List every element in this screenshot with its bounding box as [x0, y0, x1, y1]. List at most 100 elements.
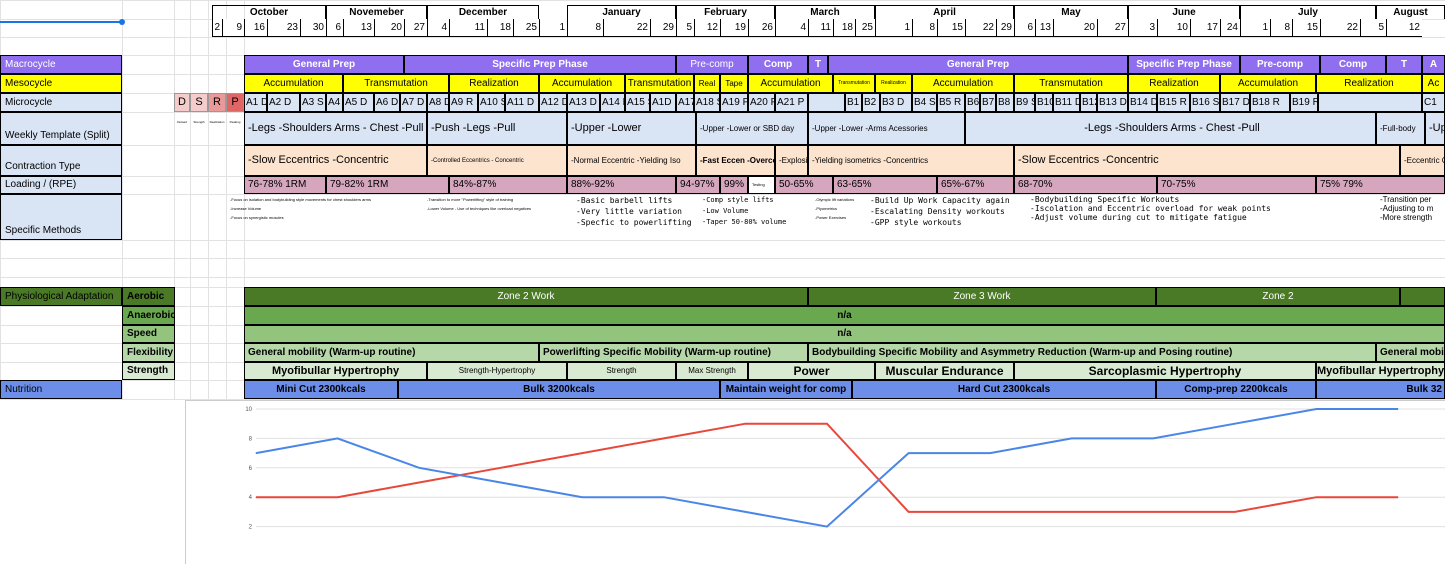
macrocycle-cell[interactable]: Comp — [1320, 55, 1386, 74]
week-cell[interactable]: 8 — [567, 19, 603, 37]
week-cell[interactable]: 2 — [212, 19, 222, 37]
week-cell[interactable]: 4 — [775, 19, 808, 37]
methods-cell[interactable]: -Olympic lift variations -Plyometrics -Pow… — [815, 195, 870, 235]
microcycle-cell[interactable]: A9 R — [449, 93, 478, 112]
aerobic-cell[interactable]: Zone 2 Work — [244, 287, 808, 306]
aerobic-cell[interactable]: Zone 3 Work — [808, 287, 1156, 306]
month-0[interactable]: October — [212, 5, 326, 19]
week-cell[interactable]: 15 — [937, 19, 965, 37]
week-cell[interactable]: 17 — [1190, 19, 1220, 37]
flexibility-cell[interactable]: General mobil — [1376, 343, 1445, 362]
microcycle-cell[interactable]: A4 D — [326, 93, 343, 112]
methods-cell[interactable]: -Comp style lifts -Low Volume -Taper 50-80… — [702, 195, 807, 235]
mesocycle-cell[interactable]: Real — [694, 74, 720, 93]
week-cell[interactable]: 5 — [676, 19, 694, 37]
macrocycle-cell[interactable]: T — [808, 55, 828, 74]
week-cell[interactable]: 18 — [487, 19, 513, 37]
microcycle-cell[interactable]: B5 R — [937, 93, 965, 112]
mesocycle-cell[interactable]: Tape — [720, 74, 748, 93]
microcycle-cell[interactable]: A17 D — [676, 93, 694, 112]
microcycle-cell[interactable]: B19 R — [1290, 93, 1318, 112]
weekly-template-cell[interactable]: -Full-body — [1376, 112, 1425, 145]
microcycle-cell[interactable]: A10 S — [478, 93, 505, 112]
dsrp-r[interactable]: R — [208, 93, 226, 112]
week-cell[interactable]: 23 — [267, 19, 300, 37]
week-cell[interactable]: 15 — [1292, 19, 1320, 37]
flexibility-cell[interactable]: Powerlifting Specific Mobility (Warm-up … — [539, 343, 808, 362]
loading-cell[interactable]: 76-78% 1RM — [244, 176, 326, 194]
mesocycle-cell[interactable]: Transmutation — [625, 74, 694, 93]
microcycle-cell[interactable]: B3 D — [880, 93, 912, 112]
speed-cell[interactable]: n/a — [244, 325, 1445, 343]
month-9[interactable]: July — [1240, 5, 1376, 19]
macrocycle-cell[interactable]: Comp — [748, 55, 808, 74]
strength-cell[interactable]: Muscular Endurance — [875, 362, 1014, 380]
microcycle-cell[interactable]: A3 S — [300, 93, 326, 112]
strength-cell[interactable]: Strength — [567, 362, 676, 380]
week-cell[interactable]: 29 — [996, 19, 1014, 37]
mesocycle-cell[interactable]: Accumulation — [748, 74, 833, 93]
anaerobic-cell[interactable]: n/a — [244, 306, 1445, 325]
microcycle-cell[interactable]: B12 D — [1080, 93, 1097, 112]
contraction-cell[interactable]: -Yielding isometrics -Concentrics — [808, 145, 1014, 176]
loading-cell[interactable]: 75% 79% — [1316, 176, 1445, 194]
week-cell[interactable]: 4 — [427, 19, 449, 37]
week-cell[interactable]: 20 — [374, 19, 404, 37]
macrocycle-cell[interactable]: Pre-comp — [676, 55, 748, 74]
microcycle-cell[interactable]: A15 S — [625, 93, 650, 112]
week-cell[interactable]: 26 — [748, 19, 775, 37]
month-3[interactable]: January — [567, 5, 676, 19]
weekly-template-cell[interactable]: -Up — [1425, 112, 1445, 145]
week-cell[interactable]: 27 — [404, 19, 427, 37]
week-cell[interactable]: 12 — [1386, 19, 1422, 37]
row-label-strength[interactable]: Strength — [122, 362, 175, 380]
null[interactable] — [1400, 287, 1445, 306]
dsrp-d[interactable]: D — [174, 93, 190, 112]
row-label-flexibility[interactable]: Flexibility — [122, 343, 175, 362]
microcycle-cell[interactable]: A1D — [650, 93, 676, 112]
strength-cell[interactable]: Sarcoplasmic Hypertrophy — [1014, 362, 1316, 380]
month-8[interactable]: June — [1128, 5, 1240, 19]
contraction-cell[interactable]: -Normal Eccentric -Yielding Iso — [567, 145, 696, 176]
microcycle-cell[interactable]: B17 D — [1220, 93, 1250, 112]
macrocycle-cell[interactable]: Specific Prep Phase — [404, 55, 676, 74]
contraction-cell[interactable]: -Fast Eccen -Overco — [696, 145, 775, 176]
week-cell[interactable]: 20 — [1053, 19, 1097, 37]
microcycle-cell[interactable]: B15 R — [1157, 93, 1190, 112]
strength-cell[interactable]: Strength-Hypertrophy — [427, 362, 567, 380]
nutrition-cell[interactable]: Maintain weight for comp — [720, 380, 852, 399]
week-cell[interactable]: 22 — [965, 19, 996, 37]
strength-cell[interactable]: Power — [748, 362, 875, 380]
microcycle-cell[interactable]: B14 D — [1128, 93, 1157, 112]
row-label-loading[interactable]: Loading / (RPE) — [0, 176, 122, 194]
nutrition-cell[interactable]: Bulk 3200kcals — [398, 380, 720, 399]
microcycle-cell[interactable]: B7 D — [980, 93, 996, 112]
month-10[interactable]: August — [1376, 5, 1445, 19]
row-label-anaerobic[interactable]: Anaerobic — [122, 306, 175, 325]
week-cell[interactable]: 5 — [1360, 19, 1386, 37]
methods-cell[interactable]: -Transition per -Adjusting to m -More stre… — [1380, 195, 1445, 235]
week-cell[interactable]: 22 — [1320, 19, 1360, 37]
week-cell[interactable]: 11 — [808, 19, 833, 37]
microcycle-cell[interactable]: B1 D — [845, 93, 862, 112]
mesocycle-cell[interactable]: Transmutation — [1014, 74, 1128, 93]
week-cell[interactable]: 29 — [650, 19, 676, 37]
mesocycle-cell[interactable]: Realization — [875, 74, 912, 93]
mesocycle-cell[interactable]: Accumulation — [539, 74, 625, 93]
mesocycle-cell[interactable]: Ac — [1422, 74, 1445, 93]
microcycle-cell[interactable]: B18 R — [1250, 93, 1290, 112]
microcycle-cell[interactable]: B9 S — [1014, 93, 1035, 112]
methods-cell[interactable]: -Basic barbell lifts -Very little variati… — [576, 195, 696, 235]
microcycle-cell[interactable]: A1 D — [244, 93, 267, 112]
macrocycle-cell[interactable]: Pre-comp — [1240, 55, 1320, 74]
flexibility-cell[interactable]: General mobility (Warm-up routine) — [244, 343, 539, 362]
mesocycle-cell[interactable]: Accumulation — [1220, 74, 1316, 93]
weekly-template-cell[interactable]: -Legs -Shoulders Arms - Chest -Pull — [244, 112, 427, 145]
mesocycle-cell[interactable]: Transmutation — [343, 74, 449, 93]
microcycle-cell[interactable]: A5 D — [343, 93, 374, 112]
loading-cell[interactable]: 88%-92% — [567, 176, 676, 194]
loading-cell[interactable]: 63-65% — [833, 176, 937, 194]
strength-cell[interactable]: Myofibullar Hypertrophy — [1316, 362, 1445, 380]
chart-container[interactable]: 2 4 6 8 10 — [185, 400, 1445, 564]
week-cell[interactable]: 1 — [875, 19, 912, 37]
